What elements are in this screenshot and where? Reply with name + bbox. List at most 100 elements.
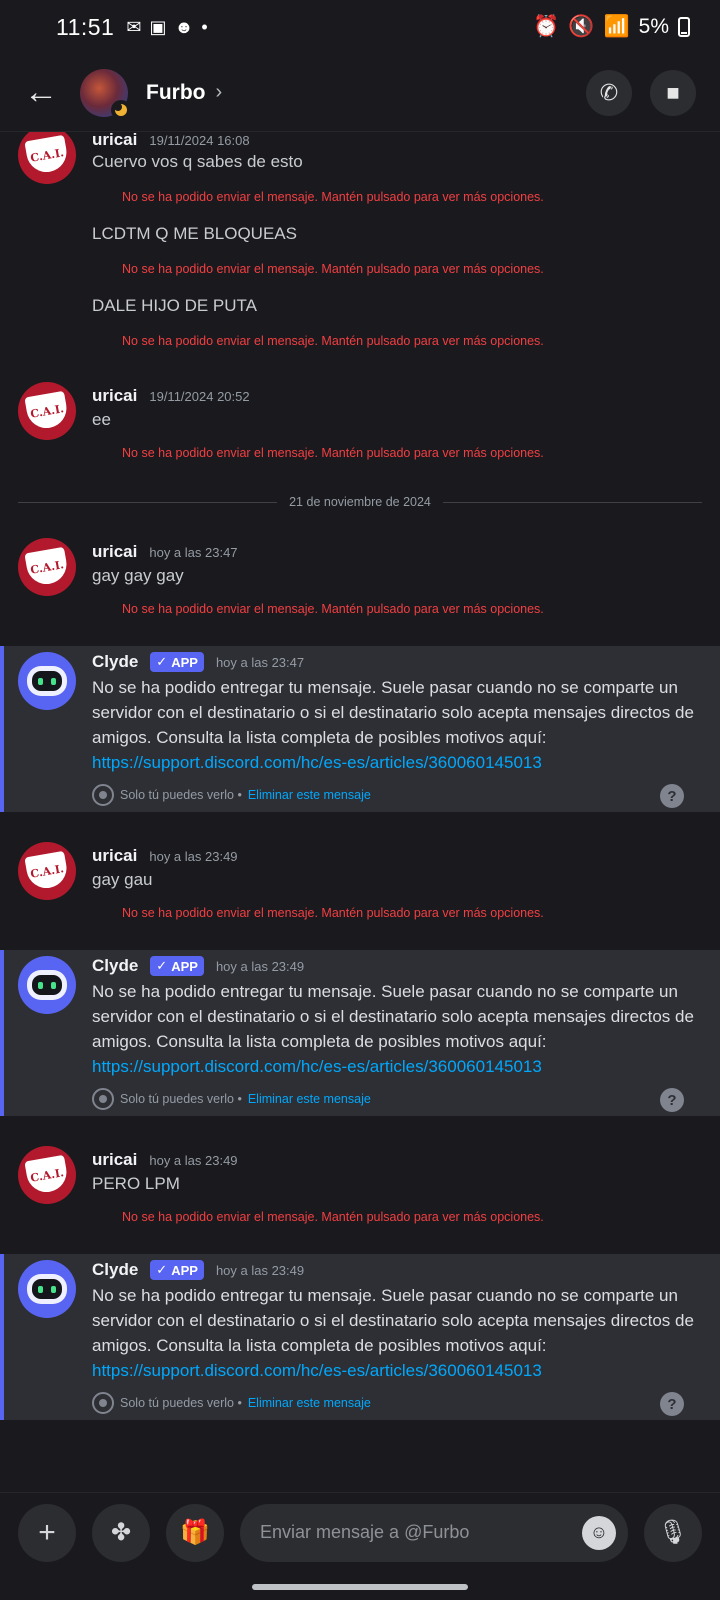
support-link[interactable]: https://support.discord.com/hc/es-es/art… xyxy=(92,1361,542,1380)
apps-icon: ✤ xyxy=(110,1519,132,1546)
message-text[interactable]: No se ha podido entregar tu mensaje. Sue… xyxy=(92,675,702,775)
timestamp: hoy a las 23:49 xyxy=(149,848,238,864)
timestamp: hoy a las 23:47 xyxy=(215,654,305,670)
author-name[interactable]: Clyde xyxy=(92,1260,138,1280)
chevron-right-icon[interactable]: › xyxy=(215,81,222,104)
alarm-icon: ⏰ xyxy=(533,15,560,38)
timestamp: hoy a las 23:49 xyxy=(215,1262,305,1278)
microphone-icon: 🎙 xyxy=(657,1519,689,1546)
avatar[interactable]: C.A.I. xyxy=(18,382,76,440)
chat-header: ← Furbo › ✆ ■ xyxy=(0,54,720,132)
app-badge: ✓ APP xyxy=(150,652,204,672)
send-error: No se ha podido enviar el mensaje. Manté… xyxy=(122,602,544,616)
message-input-wrapper[interactable]: ☺ xyxy=(240,1503,628,1562)
timestamp: 19/11/2024 20:52 xyxy=(149,388,250,404)
avatar[interactable] xyxy=(80,68,131,120)
app-badge: ✓ APP xyxy=(150,1260,204,1280)
eye-icon xyxy=(92,784,114,806)
message-composer: + ✤ 🎁 ☺ 🎙 xyxy=(0,1492,720,1572)
help-icon[interactable]: ? xyxy=(660,1088,684,1112)
clock: 11:51 xyxy=(56,13,115,40)
message-input[interactable] xyxy=(260,1522,582,1543)
message-text[interactable]: gay gau xyxy=(92,870,153,890)
voice-message-button[interactable]: 🎙 xyxy=(644,1503,702,1562)
message-group[interactable]: C.A.I. uricai 19/11/2024 16:08 Cuervo vo… xyxy=(0,132,720,362)
timestamp: hoy a las 23:47 xyxy=(149,544,238,560)
delete-message-link[interactable]: Eliminar este mensaje xyxy=(248,1092,371,1106)
arrow-left-icon[interactable]: ← xyxy=(24,73,72,112)
help-icon[interactable]: ? xyxy=(660,784,684,808)
call-button[interactable]: ✆ xyxy=(586,69,632,116)
message-text[interactable]: gay gay gay xyxy=(92,566,184,586)
mute-icon: 🔇 xyxy=(568,15,595,38)
eye-icon xyxy=(92,1088,114,1110)
clyde-message[interactable]: Clyde ✓ APP hoy a las 23:49 No se ha podi… xyxy=(0,950,720,1116)
avatar[interactable] xyxy=(18,1260,76,1318)
avatar[interactable]: C.A.I. xyxy=(18,1146,76,1204)
author-name[interactable]: uricai xyxy=(92,542,137,562)
battery-percent: 5% xyxy=(638,15,669,38)
timestamp: 19/11/2024 16:08 xyxy=(149,132,250,148)
video-call-button[interactable]: ■ xyxy=(650,69,696,116)
message-group[interactable]: C.A.I. uricai hoy a las 23:49 gay gau No… xyxy=(0,840,720,930)
author-name[interactable]: uricai xyxy=(92,846,137,866)
message-text[interactable]: No se ha podido entregar tu mensaje. Sue… xyxy=(92,1283,702,1383)
message-group[interactable]: C.A.I. uricai hoy a las 23:47 gay gay ga… xyxy=(0,536,720,626)
send-error: No se ha podido enviar el mensaje. Manté… xyxy=(122,906,544,920)
clyde-message[interactable]: Clyde ✓ APP hoy a las 23:47 No se ha podi… xyxy=(0,646,720,812)
check-icon: ✓ xyxy=(156,1262,168,1277)
message-text[interactable]: LCDTM Q ME BLOQUEAS xyxy=(92,224,297,244)
clyde-message[interactable]: Clyde ✓ APP hoy a las 23:49 No se ha podi… xyxy=(0,1254,720,1420)
add-attachment-button[interactable]: + xyxy=(18,1503,76,1562)
send-error: No se ha podido enviar el mensaje. Manté… xyxy=(122,334,544,348)
gmail-icon: ✉ xyxy=(126,16,142,37)
timestamp: hoy a las 23:49 xyxy=(215,958,305,974)
gift-button[interactable]: 🎁 xyxy=(166,1503,224,1562)
message-group[interactable]: C.A.I. uricai hoy a las 23:49 PERO LPM N… xyxy=(0,1144,720,1234)
idle-status-icon xyxy=(111,99,131,120)
video-camera-icon: ■ xyxy=(666,79,680,105)
message-text[interactable]: DALE HIJO DE PUTA xyxy=(92,296,257,316)
author-name[interactable]: Clyde xyxy=(92,652,138,672)
send-error: No se ha podido enviar el mensaje. Manté… xyxy=(122,190,544,204)
help-icon[interactable]: ? xyxy=(660,1392,684,1416)
message-group[interactable]: C.A.I. uricai 19/11/2024 20:52 ee No se … xyxy=(0,380,720,470)
avatar[interactable]: C.A.I. xyxy=(18,842,76,900)
send-error: No se ha podido enviar el mensaje. Manté… xyxy=(122,446,544,460)
check-icon: ✓ xyxy=(156,958,168,973)
dot-icon: • xyxy=(201,16,208,37)
page-title[interactable]: Furbo xyxy=(146,81,205,105)
avatar[interactable] xyxy=(18,652,76,710)
delete-message-link[interactable]: Eliminar este mensaje xyxy=(248,788,371,802)
message-text[interactable]: Cuervo vos q sabes de esto xyxy=(92,152,303,172)
avatar[interactable]: C.A.I. xyxy=(18,538,76,596)
battery-icon xyxy=(678,17,690,37)
phone-icon: ✆ xyxy=(599,79,619,105)
discord-icon: ☻ xyxy=(174,16,194,37)
home-indicator[interactable] xyxy=(252,1584,468,1590)
date-divider: 21 de noviembre de 2024 xyxy=(18,492,702,512)
send-error: No se ha podido enviar el mensaje. Manté… xyxy=(122,1210,544,1224)
apps-button[interactable]: ✤ xyxy=(92,1503,150,1562)
author-name[interactable]: Clyde xyxy=(92,956,138,976)
author-name[interactable]: uricai xyxy=(92,386,137,406)
support-link[interactable]: https://support.discord.com/hc/es-es/art… xyxy=(92,1057,542,1076)
avatar[interactable]: C.A.I. xyxy=(18,132,76,184)
author-name[interactable]: uricai xyxy=(92,1150,137,1170)
status-bar: 11:51 ✉ ▣ ☻ • ⏰ 🔇 📶 5% xyxy=(0,0,720,54)
eye-icon xyxy=(92,1392,114,1414)
author-name[interactable]: uricai xyxy=(92,132,137,150)
message-list[interactable]: C.A.I. uricai 19/11/2024 16:08 Cuervo vo… xyxy=(0,132,720,1492)
message-text[interactable]: ee xyxy=(92,410,111,430)
support-link[interactable]: https://support.discord.com/hc/es-es/art… xyxy=(92,753,542,772)
message-text[interactable]: No se ha podido entregar tu mensaje. Sue… xyxy=(92,979,702,1079)
send-error: No se ha podido enviar el mensaje. Manté… xyxy=(122,262,544,276)
plus-icon: + xyxy=(38,1515,56,1549)
delete-message-link[interactable]: Eliminar este mensaje xyxy=(248,1396,371,1410)
timestamp: hoy a las 23:49 xyxy=(149,1152,238,1168)
emoji-icon[interactable]: ☺ xyxy=(582,1515,616,1550)
gift-icon: 🎁 xyxy=(180,1519,210,1546)
avatar[interactable] xyxy=(18,956,76,1014)
message-text[interactable]: PERO LPM xyxy=(92,1174,180,1194)
gallery-icon: ▣ xyxy=(149,16,167,37)
